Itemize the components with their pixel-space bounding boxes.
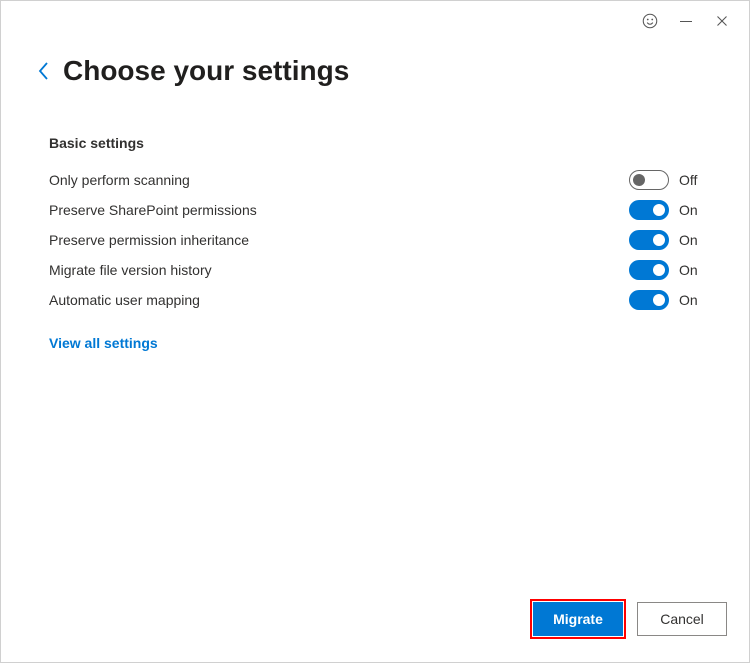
setting-row-preserve-sharepoint-permissions: Preserve SharePoint permissions On xyxy=(49,195,701,225)
page-title: Choose your settings xyxy=(63,55,349,87)
feedback-icon[interactable] xyxy=(641,12,659,30)
back-button[interactable] xyxy=(37,60,51,82)
toggle-preserve-permission-inheritance[interactable] xyxy=(629,230,669,250)
settings-list: Only perform scanning Off Preserve Share… xyxy=(49,165,701,315)
settings-window: Choose your settings Basic settings Only… xyxy=(0,0,750,663)
toggle-state-text: On xyxy=(679,292,698,308)
toggle-state-text: On xyxy=(679,262,698,278)
setting-label: Migrate file version history xyxy=(49,262,212,278)
toggle-state-text: On xyxy=(679,232,698,248)
toggle-automatic-user-mapping[interactable] xyxy=(629,290,669,310)
toggle-migrate-file-version-history[interactable] xyxy=(629,260,669,280)
setting-row-preserve-permission-inheritance: Preserve permission inheritance On xyxy=(49,225,701,255)
minimize-button[interactable] xyxy=(677,12,695,30)
toggle-wrap: Off xyxy=(629,170,701,190)
toggle-preserve-sharepoint-permissions[interactable] xyxy=(629,200,669,220)
toggle-wrap: On xyxy=(629,290,701,310)
setting-label: Only perform scanning xyxy=(49,172,190,188)
setting-label: Preserve permission inheritance xyxy=(49,232,249,248)
toggle-wrap: On xyxy=(629,260,701,280)
toggle-state-text: Off xyxy=(679,172,697,188)
titlebar xyxy=(1,1,749,41)
section-title: Basic settings xyxy=(49,135,701,151)
footer: Migrate Cancel xyxy=(1,602,749,662)
toggle-wrap: On xyxy=(629,200,701,220)
cancel-button[interactable]: Cancel xyxy=(637,602,727,636)
setting-label: Automatic user mapping xyxy=(49,292,200,308)
close-button[interactable] xyxy=(713,12,731,30)
view-all-settings-link[interactable]: View all settings xyxy=(49,335,701,351)
setting-row-automatic-user-mapping: Automatic user mapping On xyxy=(49,285,701,315)
page-header: Choose your settings xyxy=(49,55,701,87)
migrate-button[interactable]: Migrate xyxy=(533,602,623,636)
content-area: Choose your settings Basic settings Only… xyxy=(1,41,749,602)
setting-row-migrate-file-version-history: Migrate file version history On xyxy=(49,255,701,285)
toggle-wrap: On xyxy=(629,230,701,250)
setting-row-only-perform-scanning: Only perform scanning Off xyxy=(49,165,701,195)
toggle-only-perform-scanning[interactable] xyxy=(629,170,669,190)
setting-label: Preserve SharePoint permissions xyxy=(49,202,257,218)
toggle-state-text: On xyxy=(679,202,698,218)
